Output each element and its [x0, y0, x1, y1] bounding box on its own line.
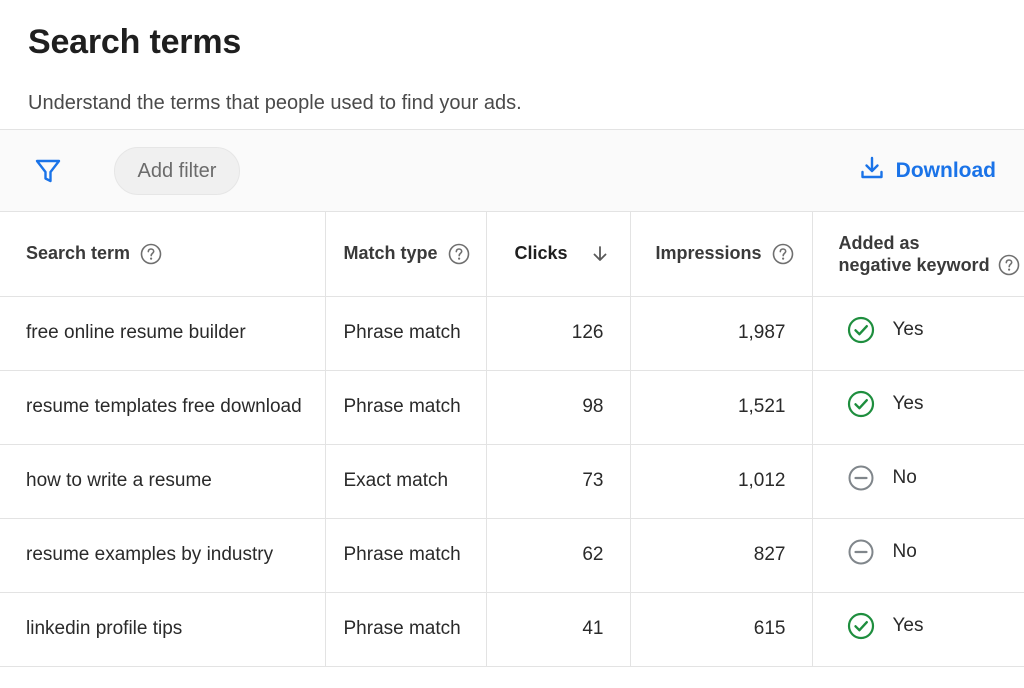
- negative-keyword-cell: No: [812, 518, 1024, 593]
- search-terms-table: Search term Match type Clicks Impression…: [0, 212, 1024, 667]
- match-type-cell: Exact match: [325, 444, 487, 519]
- page-title: Search terms: [28, 23, 242, 61]
- table-header-row: Search term Match type Clicks Impression…: [0, 212, 1024, 297]
- clicks-cell: 98: [486, 370, 631, 445]
- filter-icon[interactable]: [33, 156, 63, 186]
- page-header: Search terms Understand the terms that p…: [0, 0, 1024, 130]
- impressions-cell: 827: [630, 518, 813, 593]
- check-circle-icon: [847, 612, 874, 640]
- negative-status-label: Yes: [892, 393, 924, 414]
- clicks-cell: 126: [486, 296, 631, 371]
- impressions-cell: 1,012: [630, 444, 813, 519]
- column-header-impressions[interactable]: Impressions: [630, 212, 813, 297]
- match-type-cell: Phrase match: [325, 592, 487, 667]
- arrow-down-icon: [593, 245, 606, 261]
- help-icon[interactable]: [998, 254, 1020, 276]
- match-type-cell: Phrase match: [325, 296, 487, 371]
- negative-status-label: No: [892, 541, 917, 562]
- minus-circle-icon: [848, 465, 873, 491]
- negative-keyword-cell: Yes: [812, 370, 1024, 445]
- column-header-clicks[interactable]: Clicks: [486, 212, 631, 297]
- help-icon[interactable]: [448, 243, 470, 265]
- negative-keyword-cell: No: [812, 444, 1024, 519]
- download-icon: [858, 154, 886, 188]
- clicks-cell: 62: [486, 518, 631, 593]
- clicks-cell: 73: [486, 444, 631, 519]
- table-row[interactable]: resume templates free download Phrase ma…: [0, 370, 1024, 445]
- column-header-match-type[interactable]: Match type: [325, 212, 487, 297]
- negative-status-label: Yes: [892, 319, 924, 340]
- table-row[interactable]: how to write a resume Exact match 73 1,0…: [0, 444, 1024, 519]
- table-row[interactable]: free online resume builder Phrase match …: [0, 296, 1024, 371]
- search-term-cell: how to write a resume: [0, 444, 326, 519]
- table-row[interactable]: linkedin profile tips Phrase match 41 61…: [0, 592, 1024, 667]
- minus-circle-icon: [848, 539, 873, 565]
- table-row[interactable]: resume examples by industry Phrase match…: [0, 518, 1024, 593]
- search-term-cell: resume templates free download: [0, 370, 326, 445]
- add-filter-button[interactable]: Add filter: [114, 147, 240, 195]
- check-circle-icon: [847, 390, 874, 418]
- help-icon[interactable]: [772, 243, 794, 265]
- check-circle-icon: [847, 316, 874, 344]
- match-type-cell: Phrase match: [325, 370, 487, 445]
- column-label-line-1: Added as: [838, 232, 920, 253]
- column-label: Clicks: [514, 243, 568, 264]
- column-header-search-term[interactable]: Search term: [0, 212, 326, 297]
- search-term-cell: linkedin profile tips: [0, 592, 326, 667]
- impressions-cell: 1,521: [630, 370, 813, 445]
- help-icon[interactable]: [140, 243, 162, 265]
- negative-keyword-cell: Yes: [812, 296, 1024, 371]
- impressions-cell: 1,987: [630, 296, 813, 371]
- download-button[interactable]: Download: [858, 154, 996, 188]
- column-label: Impressions: [655, 243, 762, 264]
- impressions-cell: 615: [630, 592, 813, 667]
- search-term-cell: resume examples by industry: [0, 518, 326, 593]
- negative-status-label: No: [892, 467, 917, 488]
- table-toolbar: Add filter Download: [0, 130, 1024, 212]
- page-subtitle: Understand the terms that people used to…: [28, 92, 522, 114]
- column-label: Match type: [343, 243, 438, 264]
- column-label-line-2: negative keyword: [838, 254, 990, 275]
- negative-status-label: Yes: [892, 615, 924, 636]
- match-type-cell: Phrase match: [325, 518, 487, 593]
- search-term-cell: free online resume builder: [0, 296, 326, 371]
- column-label: Search term: [26, 243, 131, 264]
- column-header-negative-keyword[interactable]: Added as negative keyword: [812, 212, 1024, 297]
- negative-keyword-cell: Yes: [812, 592, 1024, 667]
- clicks-cell: 41: [486, 592, 631, 667]
- download-label: Download: [895, 159, 996, 182]
